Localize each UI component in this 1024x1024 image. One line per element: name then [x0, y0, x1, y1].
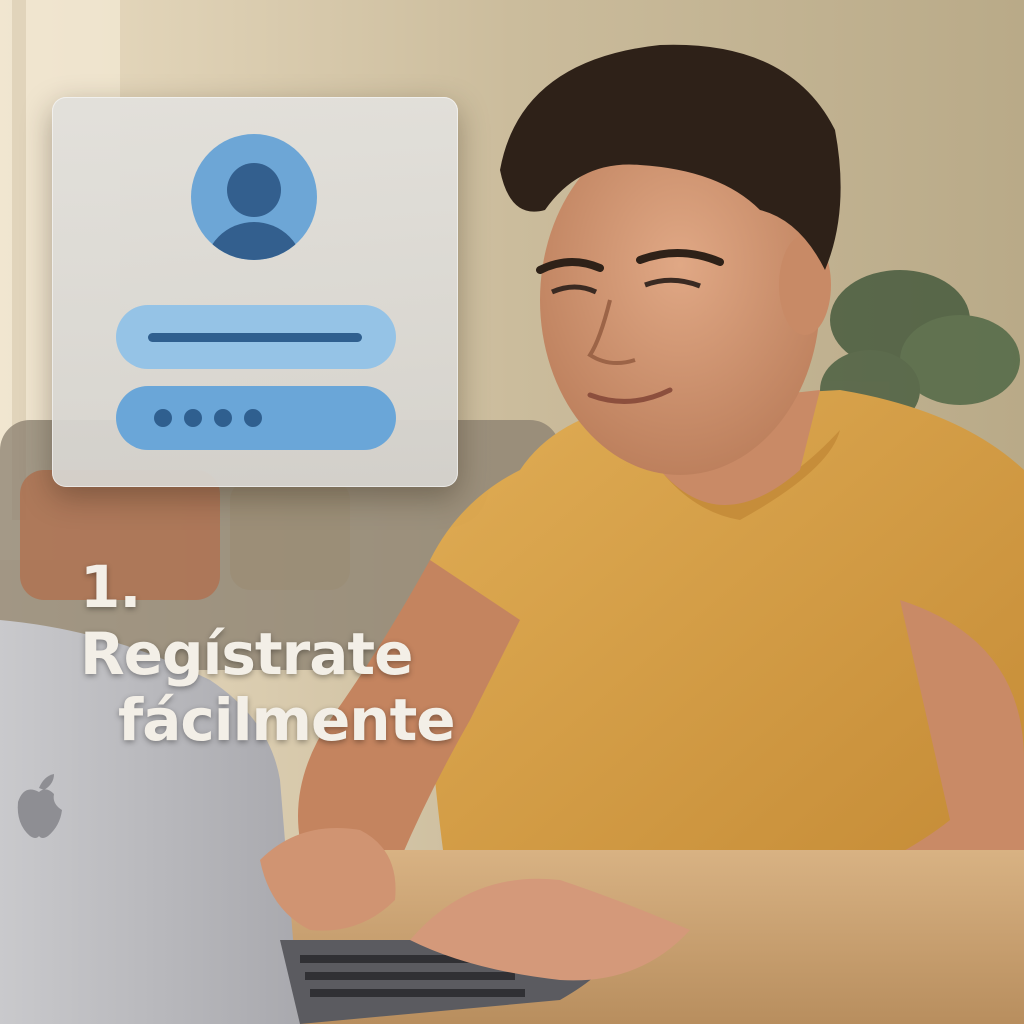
step-caption: 1. Regístrate fácilmente — [80, 553, 456, 755]
password-field[interactable] — [116, 386, 396, 450]
user-avatar-icon — [191, 134, 317, 260]
username-placeholder-line — [148, 333, 362, 342]
password-dot — [214, 409, 232, 427]
username-field[interactable] — [116, 305, 396, 369]
login-card — [52, 97, 458, 487]
avatar-body — [204, 222, 304, 260]
password-dot — [184, 409, 202, 427]
apple-logo-shape — [17, 774, 62, 838]
password-dot — [154, 409, 172, 427]
caption-line-2: fácilmente — [118, 686, 456, 755]
password-mask — [154, 409, 262, 427]
password-dot — [244, 409, 262, 427]
caption-line-1: 1. Regístrate — [80, 553, 413, 688]
avatar-head — [227, 163, 281, 217]
